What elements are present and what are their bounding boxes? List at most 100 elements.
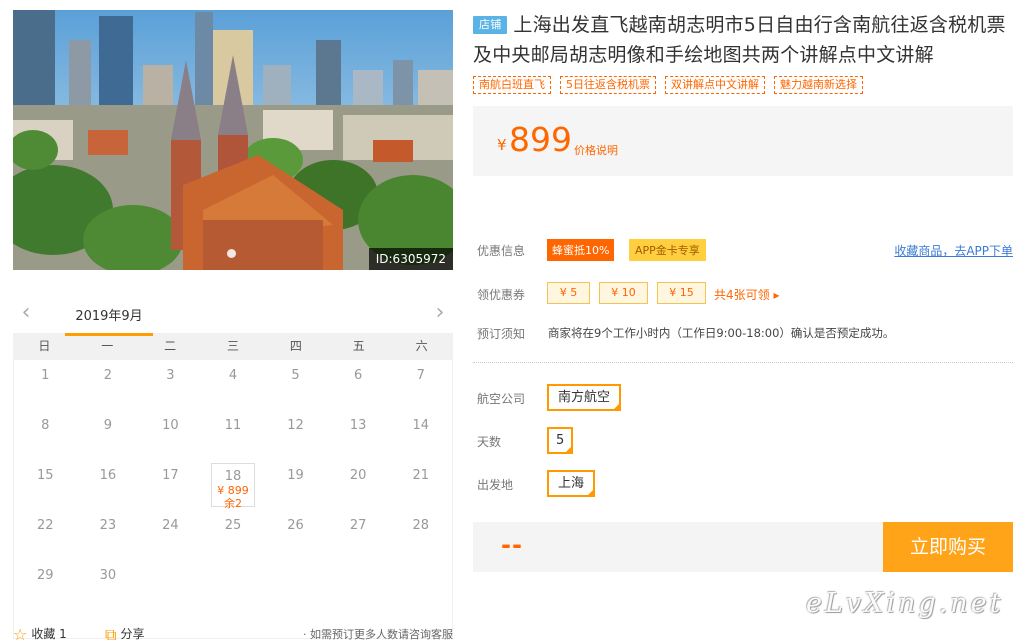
- consult-note: · 如需预订更多人数请咨询客服: [303, 628, 453, 641]
- calendar-day: 20: [349, 468, 367, 483]
- calendar-day: 28: [412, 518, 429, 533]
- booking-notice-text: 商家将在9个工作小时内（工作日9:00-18:00）确认是否预定成功。: [548, 326, 895, 340]
- app-gold-card-badge: APP金卡专享: [629, 239, 706, 261]
- weekday-label: 六: [415, 339, 428, 353]
- calendar-day: 21: [412, 468, 429, 483]
- days-value: 5: [556, 433, 565, 448]
- more-coupons-link[interactable]: 共4张可领 ▸: [714, 286, 779, 303]
- calendar-day-available[interactable]: 18 ¥ 899 余2: [210, 463, 256, 510]
- weekday-label: 一: [101, 339, 114, 353]
- prev-month-button[interactable]: ‹: [17, 301, 35, 325]
- buy-now-button[interactable]: 立即购买: [883, 522, 1013, 572]
- calendar-day: 30: [99, 568, 117, 583]
- calendar-day: 9: [103, 418, 112, 433]
- price-explanation-link[interactable]: 价格说明: [574, 142, 618, 158]
- origin-label: 出发地: [477, 478, 514, 492]
- calendar-day: 3: [166, 368, 175, 383]
- calendar-day: 6: [353, 368, 363, 383]
- origin-option[interactable]: 上海 ✓: [547, 470, 596, 497]
- feature-tag: 南航白班直飞: [473, 76, 551, 94]
- feature-tag: 双讲解点中文讲解: [665, 76, 765, 94]
- calendar-day: 14: [412, 418, 429, 433]
- calendar-day: 8: [41, 418, 50, 433]
- store-badge[interactable]: 店铺: [473, 16, 508, 34]
- star-icon: ☆: [13, 625, 28, 641]
- check-icon: ✓: [587, 485, 594, 493]
- airline-label: 航空公司: [477, 392, 526, 406]
- check-icon: ✓: [565, 442, 572, 450]
- share-icon: ⧉: [105, 625, 117, 641]
- coupon-ticket[interactable]: ¥ 5: [547, 282, 590, 304]
- date-calendar: ‹ 2019年9月 › 日 一 二 三 四 五 六 1 2 3 4 5 6 7 …: [13, 297, 453, 639]
- calendar-month-tab[interactable]: 2019年9月: [65, 305, 153, 336]
- day-price: ¥ 899: [217, 484, 249, 497]
- calendar-day: 7: [416, 368, 425, 383]
- calendar-day: 16: [99, 468, 117, 483]
- favorite-button[interactable]: ☆ 收藏 1: [13, 625, 67, 641]
- calendar-day: 24: [162, 518, 179, 533]
- weekday-header: 日 一 二 三 四 五 六: [13, 333, 453, 360]
- calendar-day: 11: [224, 418, 242, 433]
- feature-tag: 魅力越南新选择: [774, 76, 863, 94]
- product-panel: 店铺 上海出发直飞越南胡志明市5日自由行含南航往返含税机票及中央邮局胡志明像和手绘…: [473, 10, 1013, 572]
- booking-notice-label: 预订须知: [477, 327, 526, 341]
- calendar-day: 25: [224, 518, 242, 533]
- hero-image[interactable]: ID:6305972: [13, 10, 453, 270]
- weekday-label: 日: [38, 339, 51, 353]
- product-title: 店铺 上海出发直飞越南胡志明市5日自由行含南航往返含税机票及中央邮局胡志明像和手绘…: [473, 10, 1013, 70]
- day-number: 18: [224, 469, 242, 484]
- calendar-header: ‹ 2019年9月 ›: [13, 297, 453, 336]
- total-price-placeholder: --: [501, 531, 523, 559]
- calendar-day: 4: [228, 368, 238, 383]
- calendar-days: 1 2 3 4 5 6 7 8 9 10 11 12 13 14 15 16 1…: [13, 360, 453, 639]
- share-label: 分享: [120, 627, 145, 641]
- calendar-day: 17: [162, 468, 179, 483]
- city-photo: [13, 10, 453, 270]
- airline-value: 南方航空: [558, 390, 611, 405]
- calendar-day: 27: [349, 518, 367, 533]
- calendar-day: 19: [287, 468, 304, 483]
- site-watermark: eLvXing.net: [806, 588, 1004, 619]
- price-value: 899: [509, 120, 572, 159]
- coupon-ticket[interactable]: ¥ 10: [599, 282, 648, 304]
- coupon-ticket[interactable]: ¥ 15: [657, 282, 706, 304]
- promo-label: 优惠信息: [477, 244, 526, 258]
- calendar-day: 1: [41, 368, 50, 383]
- calendar-day: 15: [37, 468, 54, 483]
- weekday-label: 五: [352, 339, 365, 353]
- calendar-day: 26: [287, 518, 304, 533]
- image-id-label: ID:6305972: [368, 248, 453, 270]
- product-title-text: 上海出发直飞越南胡志明市5日自由行含南航往返含税机票及中央邮局胡志明像和手绘地图…: [473, 14, 1006, 66]
- purchase-bar: -- 立即购买: [473, 522, 1013, 572]
- favorite-app-link[interactable]: 收藏商品，去APP下单: [894, 242, 1013, 259]
- feature-tags: 南航白班直飞 5日往返含税机票 双讲解点中文讲解 魅力越南新选择: [473, 76, 1013, 94]
- calendar-day: 10: [162, 418, 179, 433]
- calendar-day: 2: [103, 368, 112, 383]
- calendar-day: 29: [37, 568, 54, 583]
- calendar-day: 12: [287, 418, 304, 433]
- airline-option[interactable]: 南方航空 ✓: [547, 384, 622, 411]
- calendar-day: 5: [291, 368, 300, 383]
- next-month-button[interactable]: ›: [431, 301, 449, 325]
- origin-value: 上海: [558, 476, 585, 491]
- calendar-day: 23: [99, 518, 117, 533]
- check-icon: ✓: [613, 399, 620, 407]
- share-button[interactable]: ⧉ 分享: [105, 625, 144, 641]
- feature-tag: 5日往返含税机票: [560, 76, 656, 94]
- coupon-label: 领优惠券: [477, 288, 526, 302]
- favorite-label: 收藏 1: [31, 627, 67, 641]
- divider: [473, 362, 1013, 363]
- weekday-label: 三: [226, 339, 239, 353]
- price-box: ¥ 899 价格说明: [473, 106, 1013, 176]
- action-bar: ☆ 收藏 1 ⧉ 分享 · 如需预订更多人数请咨询客服: [13, 622, 453, 641]
- calendar-day: 22: [37, 518, 54, 533]
- currency-symbol: ¥: [497, 136, 507, 154]
- weekday-label: 二: [164, 339, 177, 353]
- days-label: 天数: [477, 435, 502, 449]
- weekday-label: 四: [289, 339, 302, 353]
- calendar-day: 13: [349, 418, 367, 433]
- honey-discount-badge: 蜂蜜抵10%: [547, 239, 615, 261]
- carousel-dot[interactable]: [227, 249, 236, 258]
- days-option[interactable]: 5 ✓: [547, 427, 574, 454]
- day-stock: 余2: [223, 497, 242, 510]
